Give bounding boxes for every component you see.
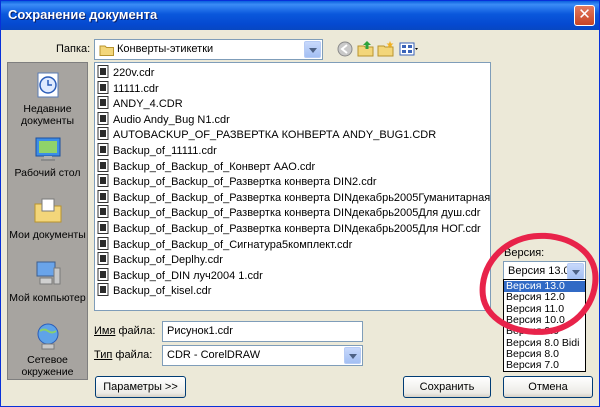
folder-combo[interactable]: Конверты-этикетки <box>94 39 323 60</box>
file-item[interactable]: AUTOBACKUP_OF_РАЗВЕРТКА КОНВЕРТА ANDY_BU… <box>97 127 436 142</box>
up-folder-icon[interactable] <box>357 40 375 58</box>
cdr-file-icon <box>97 96 109 110</box>
file-name: Backup_of_Backup_of_Развертка конверта D… <box>113 176 377 189</box>
file-item[interactable]: ANDY_4.CDR <box>97 96 183 111</box>
file-item[interactable]: Backup_of_Backup_of_Развертка конверта D… <box>97 189 491 205</box>
options-button[interactable]: Параметры >> <box>95 376 186 398</box>
version-label: Версия: <box>504 247 545 259</box>
version-value: Версия 13.0 <box>508 265 570 277</box>
file-item[interactable]: Backup_of_Backup_of_Развертка конверта D… <box>97 205 480 220</box>
cdr-file-icon <box>97 205 109 219</box>
chevron-down-icon[interactable] <box>567 263 584 280</box>
filetype-value: CDR - CorelDRAW <box>167 349 261 361</box>
filetype-combo[interactable]: CDR - CorelDRAW <box>162 345 363 366</box>
title-bar[interactable]: Сохранение документа ✕ <box>1 1 599 30</box>
chevron-down-icon[interactable] <box>344 347 361 364</box>
cdr-file-icon <box>97 80 109 94</box>
file-name: Backup_of_11111.cdr <box>113 145 217 157</box>
place-label: Недавние документы <box>20 103 75 127</box>
file-item[interactable]: Backup_of_Backup_of_Развертка конверта D… <box>97 221 481 236</box>
file-name: Backup_of_Backup_of_Развертка конверта D… <box>113 223 481 235</box>
folder-icon <box>99 45 114 56</box>
cdr-file-icon <box>97 127 109 141</box>
file-item[interactable]: Backup_of_Backup_of_Конверт AAO.cdr <box>97 158 316 174</box>
back-icon[interactable] <box>336 40 354 58</box>
cdr-file-icon <box>97 283 109 297</box>
my-computer-icon <box>36 261 60 285</box>
network-places-icon <box>37 323 58 350</box>
folder-value: Конверты-этикетки <box>117 43 214 55</box>
cdr-file-icon <box>97 189 109 203</box>
file-item[interactable]: Backup_of_Backup_of_Развертка конверта D… <box>97 174 377 189</box>
cdr-file-icon <box>97 236 109 250</box>
version-option[interactable]: Версия 7.0 <box>504 359 585 371</box>
file-name: Backup_of_Backup_of_Сигнатура5комплект.c… <box>113 238 353 251</box>
file-item[interactable]: Backup_of_DIN луч2004 1.cdr <box>97 267 263 283</box>
place-desktop[interactable]: Рабочий стол <box>8 133 87 179</box>
chevron-down-icon[interactable] <box>304 41 321 58</box>
file-item[interactable]: Backup_of_Backup_of_Сигнатура5комплект.c… <box>97 236 353 252</box>
cdr-file-icon <box>97 65 109 78</box>
cdr-file-icon <box>97 252 109 266</box>
view-menu-icon[interactable] <box>399 40 421 58</box>
window-title: Сохранение документа <box>8 7 158 22</box>
file-name: Backup_of_DIN луч2004 1.cdr <box>113 269 263 282</box>
file-item[interactable]: Audio Andy_Bug N1.cdr <box>97 111 230 127</box>
file-item[interactable]: Backup_of_kisel.cdr <box>97 283 211 298</box>
place-label: Мой компьютер <box>9 292 86 304</box>
my-documents-icon <box>34 198 61 223</box>
file-item[interactable]: Backup_of_Deplhy.cdr <box>97 252 223 267</box>
place-my-computer[interactable]: Мой компьютер <box>8 258 87 304</box>
file-name: 220v.cdr <box>113 67 155 79</box>
file-name: Backup_of_Backup_of_Конверт AAO.cdr <box>113 160 316 173</box>
cdr-file-icon <box>97 158 109 172</box>
filetype-label: Тип файла: <box>94 349 153 361</box>
place-my-documents[interactable]: Мои документы <box>8 195 87 241</box>
file-name: Backup_of_Deplhy.cdr <box>113 254 223 267</box>
place-label: Рабочий стол <box>14 167 81 179</box>
file-name: AUTOBACKUP_OF_РАЗВЕРТКА КОНВЕРТА ANDY_BU… <box>113 129 437 142</box>
version-dropdown-list[interactable]: Версия 13.0 Версия 12.0 Версия 11.0 Версия … <box>503 279 586 372</box>
place-label: Сетевое окружение <box>21 354 74 378</box>
place-network[interactable]: Сетевое окружение <box>8 320 87 378</box>
close-button[interactable]: ✕ <box>574 5 595 26</box>
cdr-file-icon <box>97 267 109 281</box>
filename-label: Имя файла: <box>94 325 156 337</box>
cancel-button[interactable]: Отмена <box>503 376 593 398</box>
filename-value: Рисунок1.cdr <box>167 325 233 337</box>
file-name: Backup_of_Backup_of_Развертка конверта D… <box>113 207 481 220</box>
place-recent-documents[interactable]: Недавние документы <box>8 69 87 127</box>
file-item[interactable]: 220v.cdr <box>97 65 154 80</box>
recent-documents-icon <box>37 72 58 98</box>
file-name: Audio Andy_Bug N1.cdr <box>113 113 230 126</box>
desktop-icon <box>35 137 60 161</box>
cdr-file-icon <box>97 221 109 234</box>
place-label: Мои документы <box>9 229 86 241</box>
save-button[interactable]: Сохранить <box>403 376 491 398</box>
file-list[interactable]: 220v.cdr 11111.cdr ANDY_4.CDR Audio Andy_Bu… <box>94 62 491 311</box>
file-item[interactable]: Backup_of_11111.cdr <box>97 143 217 158</box>
file-item[interactable]: 11111.cdr <box>97 80 159 96</box>
file-name: Backup_of_kisel.cdr <box>113 285 212 298</box>
new-folder-icon[interactable] <box>377 40 395 58</box>
version-option[interactable]: Версия 9.0 <box>504 326 585 337</box>
cdr-file-icon <box>97 174 109 188</box>
file-name: Backup_of_Backup_of_Развертка конверта D… <box>113 191 491 204</box>
cdr-file-icon <box>97 111 109 125</box>
folder-label: Папка: <box>56 43 91 55</box>
close-icon: ✕ <box>578 6 591 23</box>
file-name: 11111.cdr <box>113 82 159 95</box>
file-name: ANDY_4.CDR <box>113 98 183 111</box>
version-option[interactable]: Версия 12.0 <box>504 292 585 303</box>
cdr-file-icon <box>97 143 109 156</box>
places-bar: Недавние документы Рабочий стол Мои доку… <box>7 62 88 380</box>
save-dialog: Сохранение документа ✕ Папка: Конверты-э… <box>0 0 600 407</box>
filename-input[interactable]: Рисунок1.cdr <box>162 321 363 342</box>
